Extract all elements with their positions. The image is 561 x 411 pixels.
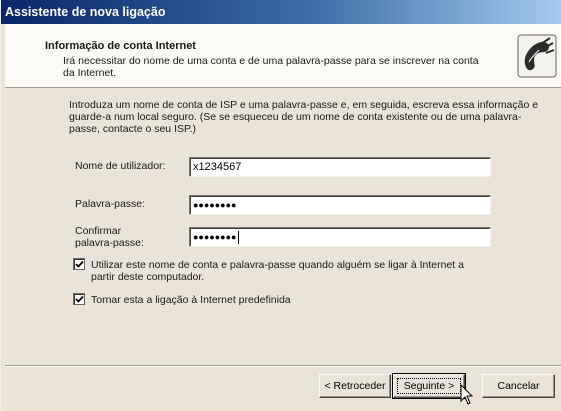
- mouse-pointer-icon: [460, 383, 474, 406]
- password-label: Palavra-passe:: [75, 198, 146, 210]
- confirm-password-label: Confirmar palavra-passe:: [75, 225, 144, 249]
- next-button[interactable]: Seguinte >: [392, 373, 466, 399]
- wizard-body: Introduza um nome de conta de ISP e uma …: [5, 88, 561, 366]
- confirm-label-line1: Confirmar: [75, 225, 122, 237]
- confirm-password-value: ●●●●●●●●: [193, 232, 237, 242]
- password-value: ●●●●●●●●: [193, 200, 237, 210]
- username-value: x1234567: [193, 161, 242, 173]
- phone-connection-icon: [517, 34, 557, 78]
- header-description: Irá necessitar do nome de uma conta e de…: [63, 55, 479, 79]
- save-credentials-line1: Utilizar este nome de conta e palavra-pa…: [91, 259, 464, 271]
- default-connection-checkbox[interactable]: [73, 293, 85, 305]
- confirm-label-line2: palavra-passe:: [75, 237, 144, 249]
- header-title: Informação de conta Internet: [45, 40, 196, 52]
- confirm-password-input[interactable]: ●●●●●●●●: [189, 227, 491, 247]
- password-input[interactable]: ●●●●●●●●: [189, 195, 491, 215]
- username-input[interactable]: x1234567: [189, 157, 491, 177]
- text-caret: [237, 230, 239, 244]
- back-button[interactable]: < Retroceder: [319, 374, 391, 398]
- new-connection-wizard-window: Assistente de nova ligação Informação de…: [0, 0, 561, 411]
- checkmark-icon: [75, 260, 84, 268]
- focus-rectangle: [397, 378, 461, 394]
- checkmark-icon: [75, 295, 84, 303]
- default-connection-label[interactable]: Tornar esta a ligação à Internet predefi…: [91, 294, 291, 306]
- wizard-header: Informação de conta Internet Irá necessi…: [5, 24, 561, 88]
- save-credentials-label[interactable]: Utilizar este nome de conta e palavra-pa…: [91, 259, 531, 283]
- footer-separator: [5, 365, 561, 367]
- intro-text: Introduza um nome de conta de ISP e uma …: [69, 99, 539, 135]
- save-credentials-line2: partir deste computador.: [91, 271, 205, 283]
- save-credentials-checkbox[interactable]: [73, 258, 85, 270]
- username-label: Nome de utilizador:: [75, 160, 166, 172]
- cancel-button[interactable]: Cancelar: [482, 374, 555, 398]
- window-title-bar[interactable]: Assistente de nova ligação: [1, 0, 561, 24]
- window-title: Assistente de nova ligação: [5, 5, 166, 19]
